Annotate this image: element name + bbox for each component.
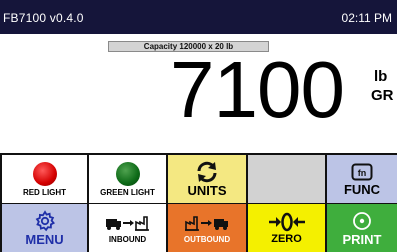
zero-arrows-icon bbox=[268, 211, 306, 233]
weight-readout: 7100 bbox=[170, 45, 345, 134]
cycle-arrows-icon bbox=[195, 161, 219, 183]
mode-label: GR bbox=[371, 87, 394, 104]
func-button[interactable]: fn FUNC bbox=[327, 155, 397, 203]
inbound-button[interactable]: INBOUND bbox=[89, 204, 166, 252]
green-light-button[interactable]: GREEN LIGHT bbox=[89, 155, 166, 203]
red-light-button[interactable]: RED LIGHT bbox=[2, 155, 87, 203]
zero-button[interactable]: ZERO bbox=[248, 204, 325, 252]
svg-text:fn: fn bbox=[358, 168, 367, 178]
truck-to-factory-icon bbox=[105, 213, 151, 233]
menu-button[interactable]: MENU bbox=[2, 204, 87, 252]
print-button[interactable]: PRINT bbox=[327, 204, 397, 252]
outbound-label: OUTBOUND bbox=[183, 234, 231, 244]
clock: 02:11 PM bbox=[341, 11, 392, 25]
menu-label: MENU bbox=[25, 232, 64, 247]
device-title: FB7100 v0.4.0 bbox=[3, 11, 84, 25]
red-circle-icon bbox=[32, 161, 57, 186]
blank-button[interactable] bbox=[248, 155, 325, 203]
factory-to-truck-icon bbox=[184, 213, 230, 233]
unit-label: lb bbox=[374, 68, 388, 85]
green-circle-icon bbox=[115, 161, 140, 186]
green-light-label: GREEN LIGHT bbox=[100, 187, 155, 197]
func-label: FUNC bbox=[343, 181, 381, 197]
status-bar: FB7100 v0.4.0 02:11 PM bbox=[0, 0, 397, 34]
print-circle-icon bbox=[351, 210, 373, 232]
keypad: RED LIGHT GREEN LIGHT UNITS fn FUNC MENU… bbox=[0, 153, 397, 252]
units-button[interactable]: UNITS bbox=[168, 155, 246, 203]
outbound-button[interactable]: OUTBOUND bbox=[168, 204, 246, 252]
inbound-label: INBOUND bbox=[108, 234, 147, 244]
print-label: PRINT bbox=[342, 232, 382, 247]
red-light-label: RED LIGHT bbox=[22, 187, 67, 197]
zero-label: ZERO bbox=[271, 233, 302, 245]
units-label: UNITS bbox=[187, 183, 227, 198]
gear-icon bbox=[34, 210, 56, 232]
fn-key-icon: fn bbox=[351, 163, 373, 181]
